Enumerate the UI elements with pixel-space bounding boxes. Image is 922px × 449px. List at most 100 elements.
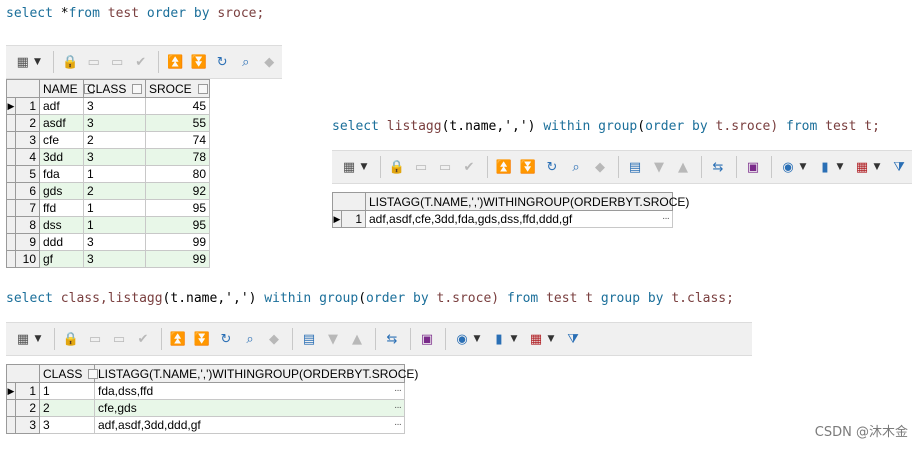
table-row[interactable]: 9 ddd 3 99 bbox=[6, 233, 210, 251]
column-menu-icon[interactable] bbox=[197, 84, 208, 95]
first-icon[interactable]: ⏫ bbox=[493, 156, 515, 178]
dropdown-arrow-icon[interactable]: ▼ bbox=[472, 328, 482, 350]
post-icon[interactable]: ✔ bbox=[458, 156, 480, 178]
first-icon[interactable]: ⏫ bbox=[167, 328, 189, 350]
grid-cell[interactable]: cfe bbox=[39, 131, 84, 149]
delete-record-icon[interactable]: ▭ bbox=[434, 156, 456, 178]
refresh-icon[interactable]: ↻ bbox=[211, 51, 233, 73]
find-icon[interactable]: ⌕ bbox=[235, 51, 257, 73]
table-row[interactable]: 5 fda 1 80 bbox=[6, 165, 210, 183]
grid-cell[interactable]: 2 bbox=[83, 182, 146, 200]
grid-cell[interactable]: adf,asdf,3dd,ddd,gf ··· bbox=[94, 416, 405, 434]
grid-cell[interactable]: ffd bbox=[39, 199, 84, 217]
dropdown-arrow-icon[interactable]: ▼ bbox=[33, 51, 43, 73]
chart-icon[interactable]: ▮ bbox=[814, 156, 836, 178]
sort-up-icon[interactable]: ▲ bbox=[346, 328, 368, 350]
clear-icon[interactable]: ◆ bbox=[589, 156, 611, 178]
connect-icon[interactable]: ⇆ bbox=[381, 328, 403, 350]
grid-cell[interactable]: gf bbox=[39, 250, 84, 268]
grid-cell[interactable]: 95 bbox=[145, 199, 210, 217]
grid-icon[interactable]: ▦ bbox=[12, 51, 34, 73]
sort-up-icon[interactable]: ▲ bbox=[672, 156, 694, 178]
grid-cell[interactable]: 74 bbox=[145, 131, 210, 149]
grid-cell[interactable]: 3 bbox=[83, 250, 146, 268]
new-record-icon[interactable]: ▭ bbox=[83, 51, 105, 73]
cell-editor-button[interactable]: ··· bbox=[394, 418, 402, 433]
table-icon[interactable]: ▦ bbox=[851, 156, 873, 178]
cell-editor-button[interactable]: ··· bbox=[394, 384, 402, 399]
dropdown-arrow-icon[interactable]: ▼ bbox=[359, 156, 369, 178]
grid-cell[interactable]: 3 bbox=[83, 114, 146, 132]
find-icon[interactable]: ⌕ bbox=[565, 156, 587, 178]
post-icon[interactable]: ✔ bbox=[130, 51, 152, 73]
save-icon[interactable]: ▣ bbox=[416, 328, 438, 350]
find-icon[interactable]: ⌕ bbox=[239, 328, 261, 350]
grid-cell[interactable]: 95 bbox=[145, 216, 210, 234]
column-header[interactable]: NAME bbox=[39, 79, 94, 98]
table-row[interactable]: 3 3 adf,asdf,3dd,ddd,gf ··· bbox=[6, 416, 405, 434]
column-header[interactable]: LISTAGG(T.NAME,',')WITHINGROUP(ORDERBYT.… bbox=[365, 192, 689, 211]
clear-icon[interactable]: ◆ bbox=[263, 328, 285, 350]
column-header[interactable]: CLASS bbox=[39, 364, 99, 383]
table-row[interactable]: 4 3dd 3 78 bbox=[6, 148, 210, 166]
grid-cell[interactable]: 80 bbox=[145, 165, 210, 183]
column-header[interactable]: SROCE bbox=[145, 79, 210, 98]
dropdown-arrow-icon[interactable]: ▼ bbox=[546, 328, 556, 350]
grid-cell[interactable]: 99 bbox=[145, 233, 210, 251]
grid-cell[interactable]: 3 bbox=[83, 148, 146, 166]
cell-editor-button[interactable]: ··· bbox=[394, 401, 402, 416]
delete-record-icon[interactable]: ▭ bbox=[108, 328, 130, 350]
grid-cell[interactable]: 3 bbox=[83, 97, 146, 115]
record-icon[interactable]: ▤ bbox=[624, 156, 646, 178]
grid-cell[interactable]: dss bbox=[39, 216, 84, 234]
grid-cell[interactable]: fda bbox=[39, 165, 84, 183]
grid-icon[interactable]: ▦ bbox=[338, 156, 360, 178]
sort-down-icon[interactable]: ▼ bbox=[322, 328, 344, 350]
connect-icon[interactable]: ⇆ bbox=[707, 156, 729, 178]
grid-cell[interactable]: 1 bbox=[83, 216, 146, 234]
first-icon[interactable]: ⏫ bbox=[164, 51, 186, 73]
table-row[interactable]: 2 asdf 3 55 bbox=[6, 114, 210, 132]
lock-icon[interactable]: 🔒 bbox=[60, 328, 82, 350]
grid-cell[interactable]: 2 bbox=[39, 399, 95, 417]
last-icon[interactable]: ⏬ bbox=[188, 51, 210, 73]
last-icon[interactable]: ⏬ bbox=[517, 156, 539, 178]
grid-cell[interactable]: 1 bbox=[83, 165, 146, 183]
grid-cell[interactable]: gds bbox=[39, 182, 84, 200]
grid-cell[interactable]: 2 bbox=[83, 131, 146, 149]
new-record-icon[interactable]: ▭ bbox=[84, 328, 106, 350]
table-row[interactable]: 7 ffd 1 95 bbox=[6, 199, 210, 217]
grid-icon[interactable]: ▦ bbox=[12, 328, 34, 350]
grid-cell[interactable]: 3dd bbox=[39, 148, 84, 166]
grid-cell[interactable]: asdf bbox=[39, 114, 84, 132]
table-row[interactable]: 6 gds 2 92 bbox=[6, 182, 210, 200]
dropdown-arrow-icon[interactable]: ▼ bbox=[33, 328, 43, 350]
refresh-icon[interactable]: ↻ bbox=[215, 328, 237, 350]
table-row[interactable]: ▶ 1 adf 3 45 bbox=[6, 97, 210, 115]
filter-icon[interactable]: ⧩ bbox=[562, 328, 584, 350]
column-menu-icon[interactable] bbox=[132, 84, 143, 95]
dropdown-arrow-icon[interactable]: ▼ bbox=[872, 156, 882, 178]
grid-cell[interactable]: 3 bbox=[39, 416, 95, 434]
save-icon[interactable]: ▣ bbox=[742, 156, 764, 178]
delete-record-icon[interactable]: ▭ bbox=[106, 51, 128, 73]
dropdown-arrow-icon[interactable]: ▼ bbox=[835, 156, 845, 178]
grid-cell[interactable]: 1 bbox=[39, 382, 95, 400]
dropdown-arrow-icon[interactable]: ▼ bbox=[798, 156, 808, 178]
grid-cell[interactable]: cfe,gds ··· bbox=[94, 399, 405, 417]
grid-cell[interactable]: 99 bbox=[145, 250, 210, 268]
grid-cell[interactable]: adf bbox=[39, 97, 84, 115]
grid-cell[interactable]: 92 bbox=[145, 182, 210, 200]
table-row[interactable]: 10 gf 3 99 bbox=[6, 250, 210, 268]
table-row[interactable]: 8 dss 1 95 bbox=[6, 216, 210, 234]
new-record-icon[interactable]: ▭ bbox=[410, 156, 432, 178]
sort-down-icon[interactable]: ▼ bbox=[648, 156, 670, 178]
clear-icon[interactable]: ◆ bbox=[259, 51, 281, 73]
table-row[interactable]: ▶ 1 1 fda,dss,ffd ··· bbox=[6, 382, 405, 400]
dropdown-arrow-icon[interactable]: ▼ bbox=[509, 328, 519, 350]
grid-cell[interactable]: 55 bbox=[145, 114, 210, 132]
record-icon[interactable]: ▤ bbox=[298, 328, 320, 350]
table-row[interactable]: 3 cfe 2 74 bbox=[6, 131, 210, 149]
grid-cell[interactable]: adf,asdf,cfe,3dd,fda,gds,dss,ffd,ddd,gf ·… bbox=[365, 210, 673, 228]
refresh-icon[interactable]: ↻ bbox=[541, 156, 563, 178]
